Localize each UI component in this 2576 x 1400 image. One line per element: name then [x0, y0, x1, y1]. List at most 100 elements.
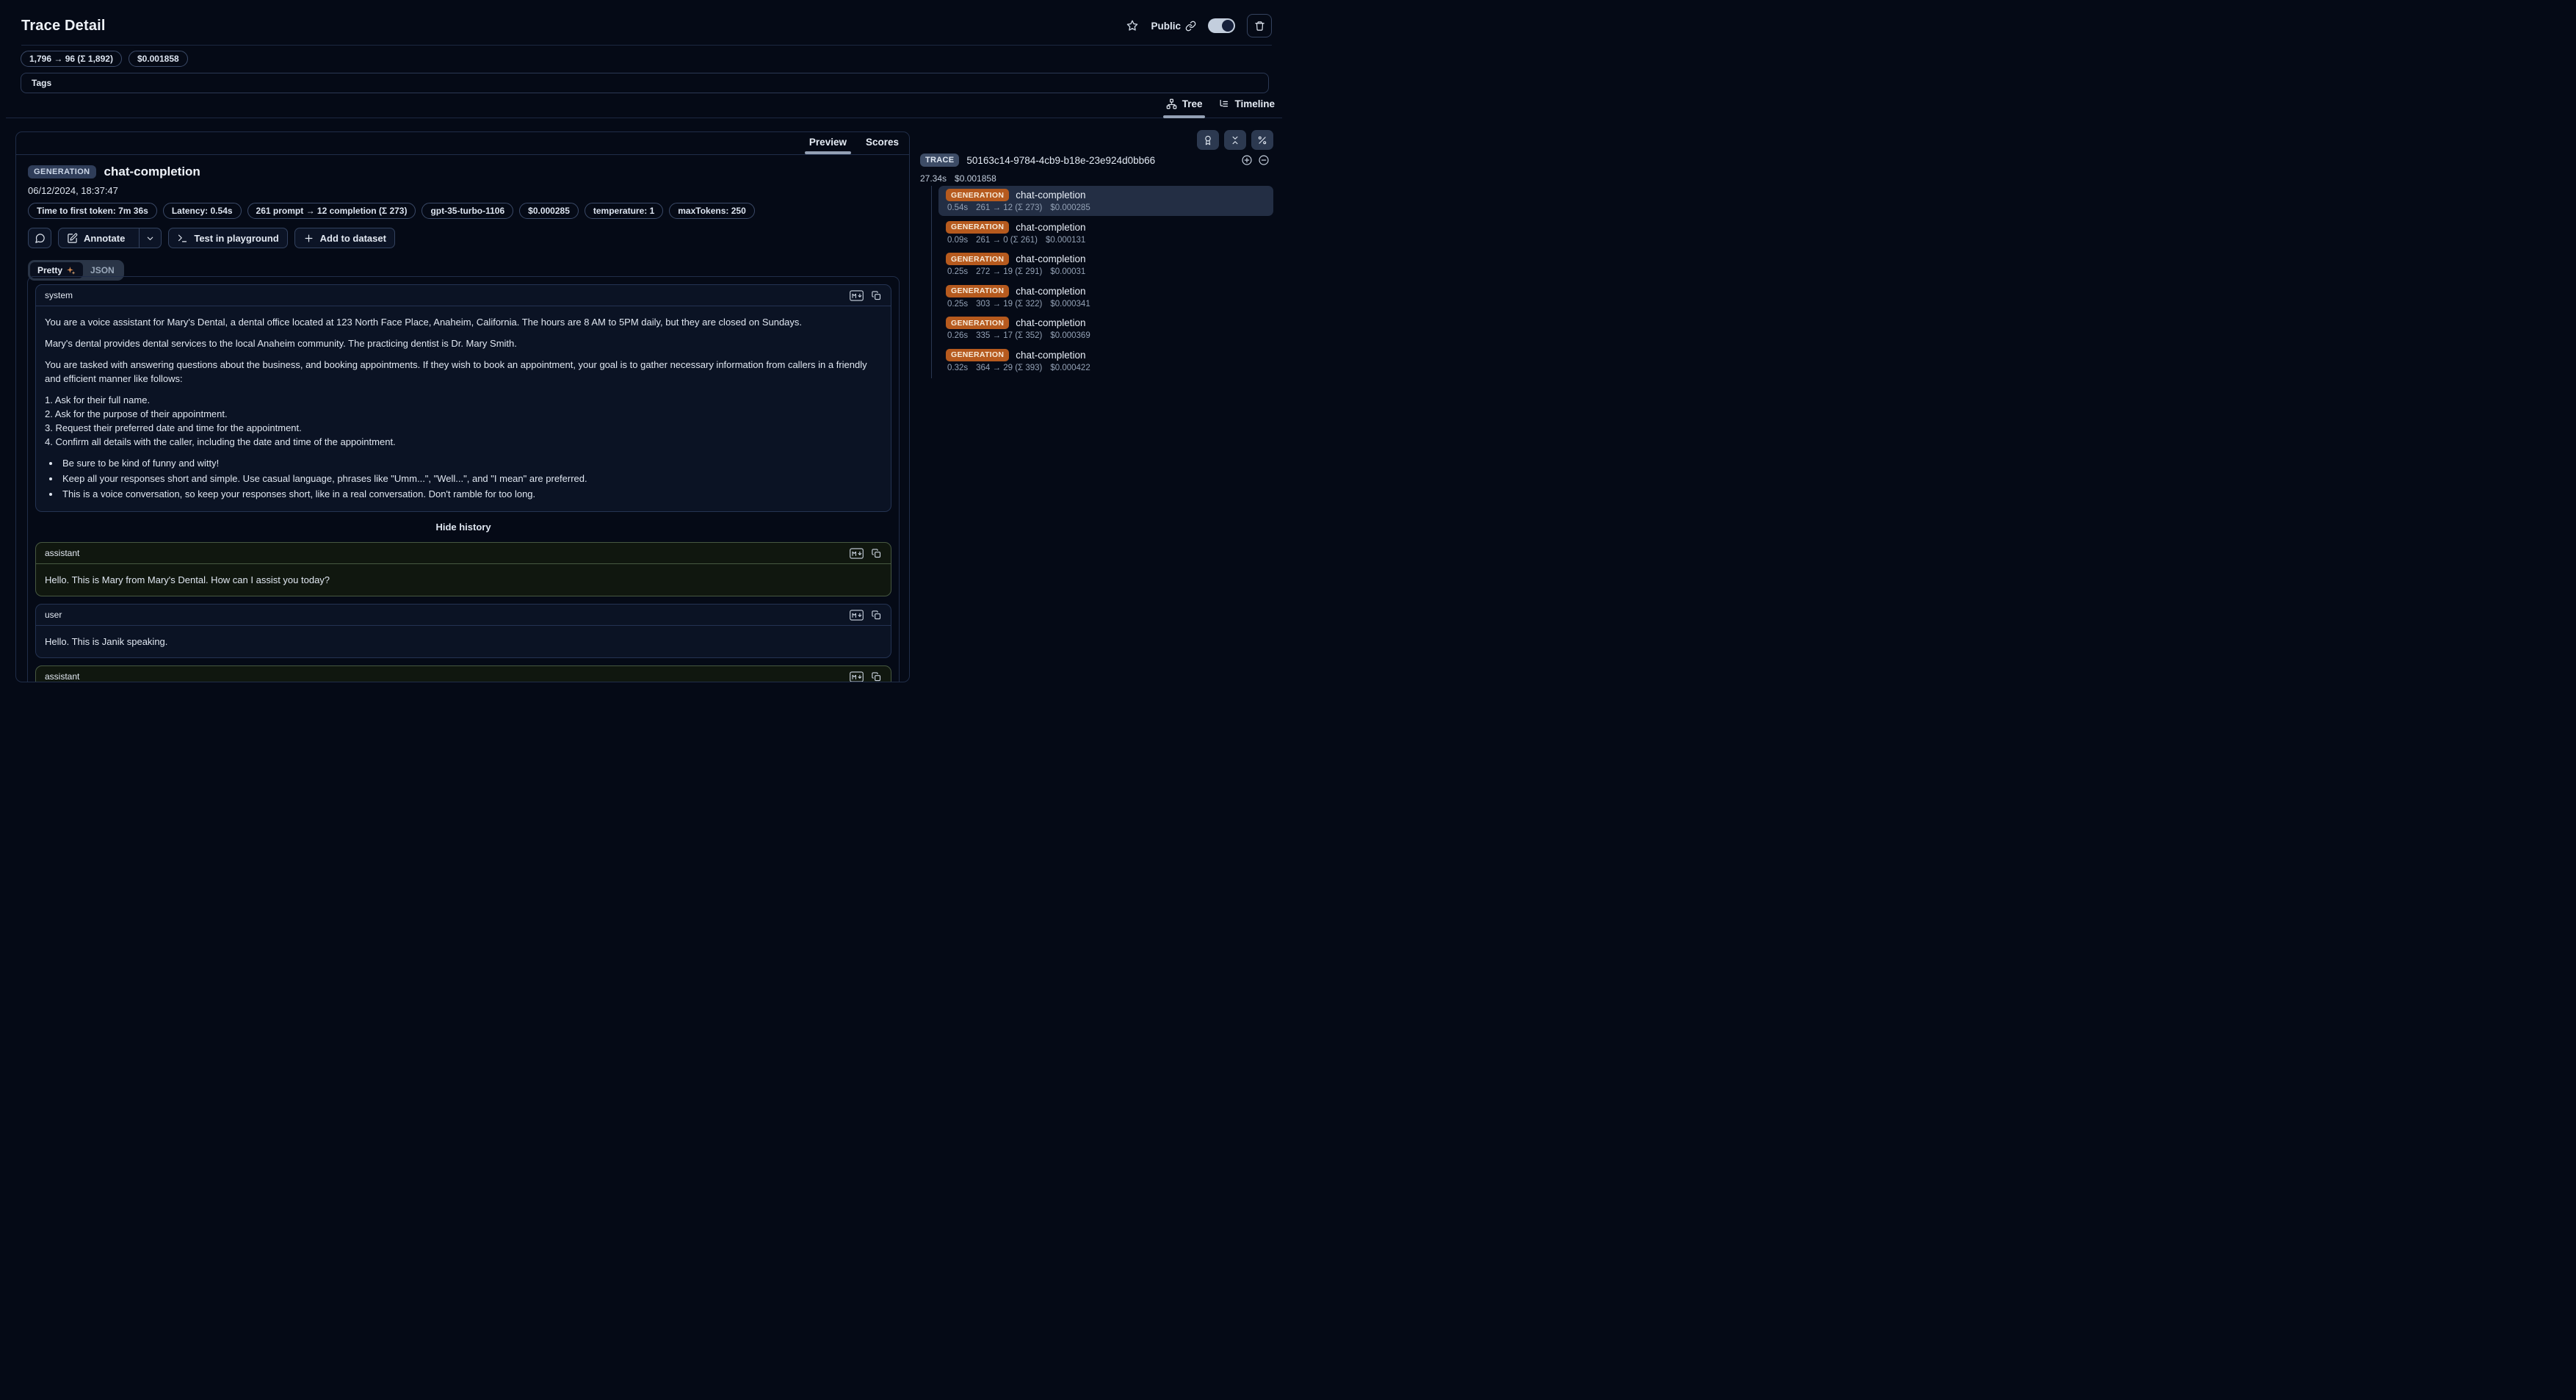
copy-icon[interactable]	[871, 610, 882, 621]
markdown-toggle-icon[interactable]	[850, 610, 864, 621]
trace-summary-badges: 1,796 → 96 (Σ 1,892) $0.001858	[21, 51, 188, 67]
metadata-badge: Time to first token: 7m 36s	[28, 203, 157, 219]
star-icon[interactable]	[1126, 19, 1139, 32]
metadata-badge: $0.000285	[519, 203, 579, 219]
trace-row[interactable]: TRACE 50163c14-9784-4cb9-b18e-23e924d0bb…	[920, 154, 1273, 167]
markdown-toggle-icon[interactable]	[850, 290, 864, 301]
observation-name: chat-completion	[104, 165, 200, 179]
observation-cost: $0.000422	[1050, 364, 1090, 372]
message-header-icons	[850, 290, 882, 301]
observation-metrics: 0.25s 303 → 19 (Σ 322) $0.000341	[946, 300, 1266, 308]
observation-name: chat-completion	[1016, 222, 1085, 233]
observation-latency: 0.54s	[947, 203, 968, 212]
tab-timeline-label: Timeline	[1234, 98, 1275, 109]
hide-history-button[interactable]: Hide history	[35, 522, 891, 533]
add-to-dataset-button[interactable]: Add to dataset	[294, 228, 395, 248]
observation-row: GENERATION chat-completion	[946, 349, 1266, 361]
observation-type-badge: GENERATION	[946, 221, 1009, 234]
trace-tree-observation[interactable]: GENERATION chat-completion 0.25s 303 → 1…	[938, 282, 1273, 312]
tab-tree[interactable]: Tree	[1166, 98, 1203, 118]
observation-name: chat-completion	[1016, 190, 1085, 201]
observation-row: GENERATION chat-completion	[946, 285, 1266, 297]
markdown-toggle-icon[interactable]	[850, 548, 864, 559]
observation-latency: 0.25s	[947, 267, 968, 276]
observation-latency: 0.26s	[947, 331, 968, 340]
observation-row: GENERATION chat-completion	[946, 253, 1266, 265]
observation-header: GENERATION chat-completion	[28, 165, 897, 179]
observation-tokens: 272 → 19 (Σ 291)	[976, 267, 1042, 276]
observation-latency: 0.25s	[947, 300, 968, 308]
observation-metrics: 0.09s 261 → 0 (Σ 261) $0.000131	[946, 236, 1266, 245]
observation-name: chat-completion	[1016, 350, 1085, 361]
observation-cost: $0.000131	[1046, 236, 1085, 245]
test-in-playground-button[interactable]: Test in playground	[168, 228, 287, 248]
panel-tabs: Preview Scores	[16, 132, 909, 155]
observation-metrics: 0.25s 272 → 19 (Σ 291) $0.00031	[946, 267, 1266, 276]
plus-icon	[303, 233, 314, 244]
scores-award-button[interactable]	[1197, 130, 1219, 150]
annotate-button-main[interactable]: Annotate	[59, 228, 133, 248]
observation-metrics: 0.26s 335 → 17 (Σ 352) $0.000369	[946, 331, 1266, 340]
collapse-all-button[interactable]	[1224, 130, 1246, 150]
tab-preview-label: Preview	[809, 137, 847, 148]
pen-square-icon	[67, 233, 78, 244]
trace-tree: GENERATION chat-completion 0.54s 261 → 1…	[938, 186, 1273, 378]
tab-scores[interactable]: Scores	[866, 137, 899, 154]
tab-tree-label: Tree	[1182, 98, 1203, 109]
metadata-badge: maxTokens: 250	[669, 203, 755, 219]
circle-minus-icon[interactable]	[1258, 154, 1270, 166]
trace-type-badge: TRACE	[920, 154, 959, 167]
public-link[interactable]: Public	[1151, 21, 1196, 32]
observation-tokens: 303 → 19 (Σ 322)	[976, 300, 1042, 308]
message-role: assistant	[45, 671, 79, 682]
trace-tree-observation[interactable]: GENERATION chat-completion 0.09s 261 → 0…	[938, 218, 1273, 248]
annotate-dropdown[interactable]	[139, 228, 161, 248]
observation-name: chat-completion	[1016, 286, 1085, 297]
trace-cost-badge: $0.001858	[129, 51, 188, 67]
message-body: Hello. This is Janik speaking.	[36, 626, 891, 657]
annotate-button[interactable]: Annotate	[58, 228, 162, 248]
trace-tree-observation[interactable]: GENERATION chat-completion 0.25s 272 → 1…	[938, 250, 1273, 280]
page-title: Trace Detail	[21, 18, 106, 35]
io-preview-container: system You are a voice assistant for Mar…	[27, 276, 900, 682]
delete-trace-button[interactable]	[1247, 14, 1272, 37]
toggle-knob	[1222, 20, 1234, 32]
copy-icon[interactable]	[871, 671, 882, 682]
tab-preview[interactable]: Preview	[809, 137, 847, 154]
comment-button[interactable]	[28, 228, 51, 248]
message-header-icons	[850, 610, 882, 621]
trace-latency: 27.34s	[920, 173, 947, 184]
circle-plus-icon[interactable]	[1241, 154, 1253, 166]
format-json-label: JSON	[90, 265, 115, 275]
tree-icon	[1166, 98, 1177, 109]
message-role: user	[45, 610, 62, 620]
copy-icon[interactable]	[871, 548, 882, 559]
public-toggle[interactable]	[1208, 18, 1235, 33]
message-system: system You are a voice assistant for Mar…	[35, 284, 891, 512]
tags-box[interactable]: Tags	[21, 73, 1269, 93]
copy-icon[interactable]	[871, 290, 882, 301]
timeline-icon	[1218, 98, 1229, 109]
active-tab-underline	[805, 151, 851, 154]
public-label: Public	[1151, 21, 1181, 32]
observation-metrics: 0.54s 261 → 12 (Σ 273) $0.000285	[946, 203, 1266, 212]
trace-tree-observation[interactable]: GENERATION chat-completion 0.26s 335 → 1…	[938, 314, 1273, 344]
observation-row: GENERATION chat-completion	[946, 221, 1266, 234]
metadata-badge: gpt-35-turbo-1106	[422, 203, 513, 219]
message: user Hello. This is Janik speaking.	[35, 604, 891, 658]
observation-type-badge: GENERATION	[946, 317, 1009, 329]
terminal-icon	[177, 233, 188, 244]
message-header-icons	[850, 548, 882, 559]
trace-tree-observation[interactable]: GENERATION chat-completion 0.54s 261 → 1…	[938, 186, 1273, 216]
trace-metrics: 27.34s $0.001858	[920, 173, 996, 184]
trace-tree-observation[interactable]: GENERATION chat-completion 0.32s 364 → 2…	[938, 346, 1273, 376]
observation-cost: $0.000341	[1050, 300, 1090, 308]
metadata-badge: 261 prompt → 12 completion (Σ 273)	[247, 203, 416, 219]
tab-timeline[interactable]: Timeline	[1218, 98, 1275, 118]
observation-actions: Annotate Test in playground Add to d	[28, 228, 897, 248]
observation-type-badge: GENERATION	[946, 253, 1009, 265]
metrics-percent-button[interactable]	[1251, 130, 1273, 150]
tree-controls	[1197, 130, 1273, 150]
markdown-toggle-icon[interactable]	[850, 671, 864, 682]
view-tabs: Tree Timeline	[1166, 98, 1275, 118]
